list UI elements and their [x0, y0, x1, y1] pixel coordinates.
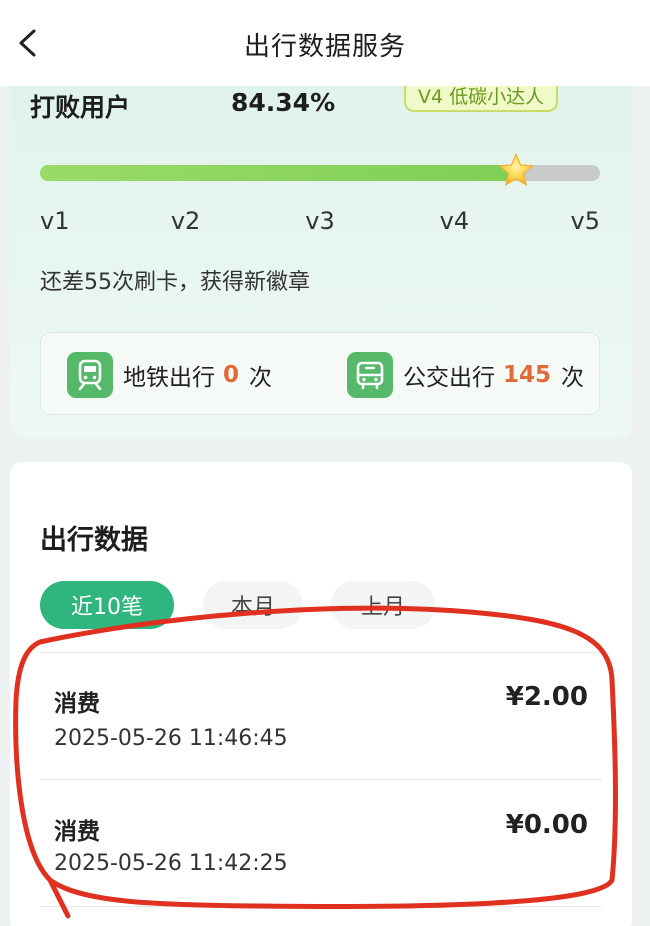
tab-this-month[interactable]: 本月 [203, 581, 303, 629]
record-amount: ¥2.00 [505, 682, 588, 712]
level-ticks: v1 v2 v3 v4 v5 [40, 207, 600, 237]
star-icon [498, 153, 534, 186]
level-progress-fill [40, 165, 516, 181]
bus-trips-label: 公交出行 [403, 365, 495, 391]
record-type: 消费 [54, 819, 100, 845]
tab-last-month[interactable]: 上月 [331, 581, 435, 629]
level-progress-bar [40, 153, 600, 186]
beat-users-value: 84.34% [231, 88, 336, 117]
bus-trips: 公交出行 145 次 [347, 352, 585, 398]
tab-recent-10[interactable]: 近10笔 [40, 581, 174, 629]
metro-trips: 地铁出行 0 次 [67, 352, 273, 398]
metro-trips-label: 地铁出行 [123, 365, 215, 391]
metro-trips-count: 0 [223, 362, 240, 388]
beat-users-label: 打败用户 [30, 93, 131, 122]
bus-icon [347, 352, 393, 398]
tick-label: v2 [170, 207, 201, 235]
divider [40, 652, 602, 653]
metro-icon [67, 352, 113, 398]
record-amount: ¥0.00 [505, 810, 588, 840]
trip-summary: 地铁出行 0 次 公交出行 145 次 [40, 332, 600, 415]
tick-label: v3 [305, 207, 335, 235]
bus-trips-unit: 次 [561, 365, 585, 391]
tick-label: v4 [439, 207, 470, 235]
tick-label: v1 [40, 207, 70, 235]
divider [40, 779, 602, 780]
tick-label: v5 [570, 207, 600, 235]
bus-trips-count: 145 [503, 362, 552, 388]
section-title: 出行数据 [40, 525, 148, 556]
remaining-swipes-text: 还差55次刷卡，获得新徽章 [40, 270, 310, 295]
page-title: 出行数据服务 [243, 32, 406, 62]
record-type: 消费 [54, 691, 100, 717]
divider [40, 906, 602, 907]
record-time: 2025-05-26 11:46:45 [54, 726, 288, 751]
app-header: 出行数据服务 [0, 0, 650, 86]
metro-trips-unit: 次 [249, 365, 273, 391]
record-time: 2025-05-26 11:42:25 [54, 851, 288, 876]
level-badge: V4 低碳小达人 [404, 86, 559, 112]
